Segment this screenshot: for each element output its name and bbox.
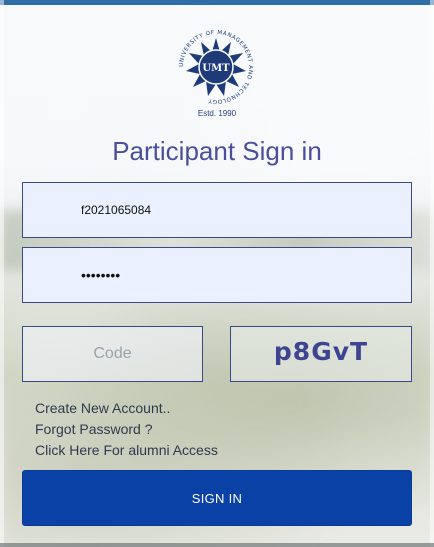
alumni-access-link[interactable]: Click Here For alumni Access bbox=[35, 440, 218, 461]
frame-bottom bbox=[0, 543, 434, 547]
established-label: Estd. 1990 bbox=[197, 109, 237, 118]
captcha-code-input[interactable]: Code bbox=[22, 326, 203, 382]
forgot-password-link[interactable]: Forgot Password ? bbox=[35, 419, 218, 440]
umt-logo: UMT UNIVERSITY OF MANAGEMENT AND TECHNOL… bbox=[179, 30, 253, 104]
frame-left bbox=[0, 0, 4, 547]
code-placeholder: Code bbox=[93, 345, 132, 362]
account-links: Create New Account.. Forgot Password ? C… bbox=[35, 398, 218, 461]
page-title: Participant Sign in bbox=[112, 136, 322, 166]
username-value: f2021065084 bbox=[81, 203, 152, 217]
create-account-link[interactable]: Create New Account.. bbox=[35, 398, 218, 419]
top-accent-bar bbox=[0, 0, 434, 5]
logo-mark-text: UMT bbox=[202, 63, 230, 74]
username-input[interactable]: f2021065084 bbox=[22, 182, 412, 238]
sign-in-label: SIGN IN bbox=[191, 490, 243, 506]
sign-in-button[interactable]: SIGN IN bbox=[22, 470, 412, 526]
password-input[interactable]: •••••••• bbox=[22, 247, 412, 303]
password-value: •••••••• bbox=[81, 267, 121, 283]
frame-right bbox=[430, 0, 434, 547]
captcha-image: p8GvT bbox=[230, 326, 412, 382]
captcha-text: p8GvT bbox=[273, 336, 369, 366]
